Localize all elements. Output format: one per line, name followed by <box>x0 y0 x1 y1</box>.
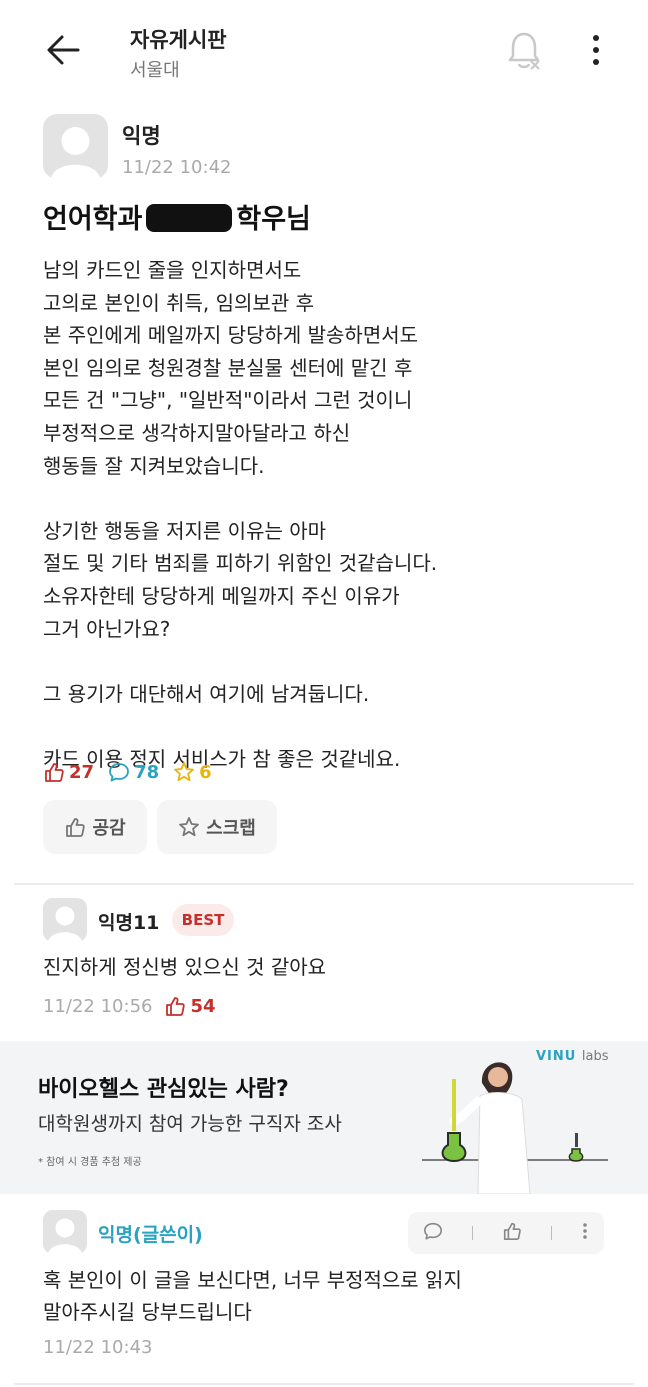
back-arrow-icon[interactable] <box>40 26 88 74</box>
like-count: 27 <box>43 761 94 783</box>
post-title: 언어학과 학우님 <box>43 197 311 236</box>
like-button[interactable]: 공감 <box>43 800 147 854</box>
comment-count: 78 <box>108 761 159 783</box>
comment-meta: 11/22 10:43 <box>43 1337 152 1358</box>
comment-timestamp: 11/22 10:43 <box>43 1337 153 1358</box>
scrap-button[interactable]: 스크랩 <box>157 800 277 854</box>
comment-meta: 11/22 10:56 54 <box>43 995 216 1017</box>
reply-icon[interactable] <box>423 1221 443 1245</box>
thumbs-up-icon <box>166 997 186 1016</box>
more-vertical-icon[interactable] <box>584 28 608 72</box>
speech-bubble-icon <box>109 763 129 782</box>
post-timestamp: 11/22 10:42 <box>122 157 232 178</box>
post-body: 남의 카드인 줄을 인지하면서도 고의로 본인이 취득, 임의보관 후 본 주인… <box>43 258 438 771</box>
scrap-count: 6 <box>173 761 212 783</box>
thumbs-up-icon <box>66 818 86 837</box>
comment-body: 혹 본인이 이 글을 보신다면, 너무 부정적으로 읽지 말아주시길 당부드립니… <box>43 1268 462 1324</box>
comment-body: 진지하게 정신병 있으신 것 같아요 <box>43 955 327 979</box>
thumbs-up-icon <box>45 763 64 782</box>
ad-banner[interactable]: 바이오헬스 관심있는 사람? 대학원생까지 참여 가능한 구직자 조사 * 참여… <box>0 1041 648 1194</box>
scrap-button-label: 스크랩 <box>206 818 256 839</box>
section-divider <box>14 1383 634 1385</box>
ad-subtitle: 대학원생까지 참여 가능한 구직자 조사 <box>38 1113 342 1135</box>
star-icon <box>179 817 200 837</box>
comment-like-count: 54 <box>164 995 216 1017</box>
ad-note: * 참여 시 경품 추첨 제공 <box>38 1157 142 1168</box>
bell-off-icon[interactable] <box>504 28 544 72</box>
thumbs-up-icon[interactable] <box>502 1221 522 1245</box>
section-divider <box>14 883 634 885</box>
post-title-prefix: 언어학과 <box>43 204 143 235</box>
redaction-mark <box>146 204 233 232</box>
comment-timestamp: 11/22 10:56 <box>43 995 153 1017</box>
comment-actions <box>408 1212 604 1254</box>
comment-author: 익명11 <box>98 912 160 934</box>
comment-avatar <box>43 1210 87 1254</box>
best-badge: BEST <box>172 904 234 936</box>
comment-avatar <box>43 898 87 942</box>
avatar <box>43 114 108 179</box>
separator <box>471 1226 473 1240</box>
star-icon <box>174 762 195 782</box>
school-name: 서울대 <box>130 60 180 81</box>
ad-title: 바이오헬스 관심있는 사람? <box>38 1077 289 1102</box>
board-title: 자유게시판 <box>130 28 227 52</box>
top-bar: 자유게시판 서울대 <box>0 0 648 100</box>
post-stats: 27 78 6 <box>43 758 226 786</box>
post-author-name: 익명 <box>122 124 161 148</box>
separator <box>551 1226 553 1240</box>
more-vertical-icon[interactable] <box>581 1221 589 1245</box>
post-title-suffix: 학우님 <box>236 204 311 235</box>
like-button-label: 공감 <box>92 818 126 839</box>
scientist-illustration <box>420 1041 648 1194</box>
comment-author: 익명(글쓴이) <box>98 1224 203 1246</box>
